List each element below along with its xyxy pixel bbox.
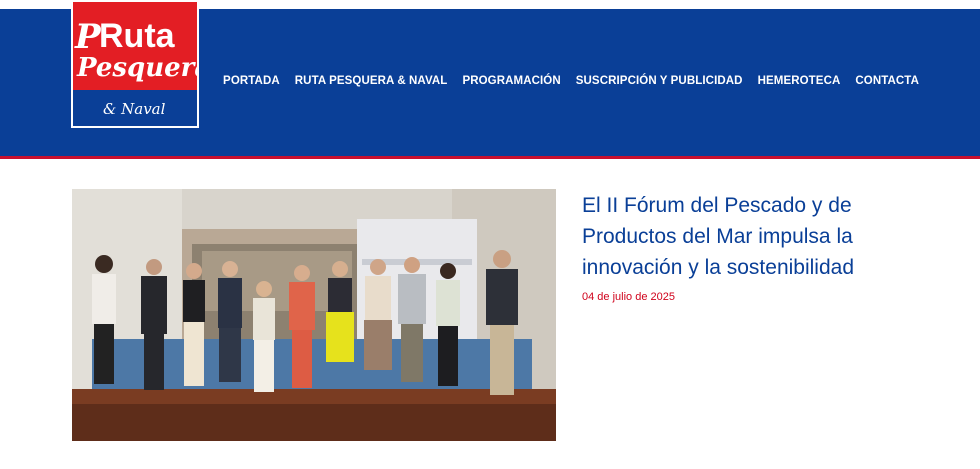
nav-item-hemeroteca[interactable]: HEMEROTECA (758, 75, 841, 87)
main-nav: PORTADA RUTA PESQUERA & NAVAL PROGRAMACI… (223, 75, 919, 87)
logo-line-pesquera: Pesquera (76, 53, 197, 83)
group-photo-image (72, 189, 556, 441)
logo-line-ruta: Ruta (99, 17, 176, 55)
article-date: 04 de julio de 2025 (582, 291, 675, 303)
logo-p-letter: P (74, 17, 102, 57)
article-title[interactable]: El II Fórum del Pescado y de Productos d… (582, 190, 912, 283)
nav-item-ruta-pesquera-naval[interactable]: RUTA PESQUERA & NAVAL (295, 75, 448, 87)
site-logo[interactable]: P Ruta Pesquera & Naval (71, 0, 199, 128)
nav-item-suscripcion-publicidad[interactable]: SUSCRIPCIÓN Y PUBLICIDAD (576, 75, 743, 87)
nav-item-portada[interactable]: PORTADA (223, 75, 280, 87)
nav-item-contacta[interactable]: CONTACTA (855, 75, 919, 87)
nav-item-programacion[interactable]: PROGRAMACIÓN (462, 75, 560, 87)
logo-graphic: P Ruta Pesquera & Naval (73, 17, 197, 126)
header-red-stripe (0, 156, 980, 159)
article-photo[interactable] (72, 189, 556, 441)
people-silhouettes (92, 250, 518, 395)
logo-line-naval: & Naval (103, 100, 166, 118)
